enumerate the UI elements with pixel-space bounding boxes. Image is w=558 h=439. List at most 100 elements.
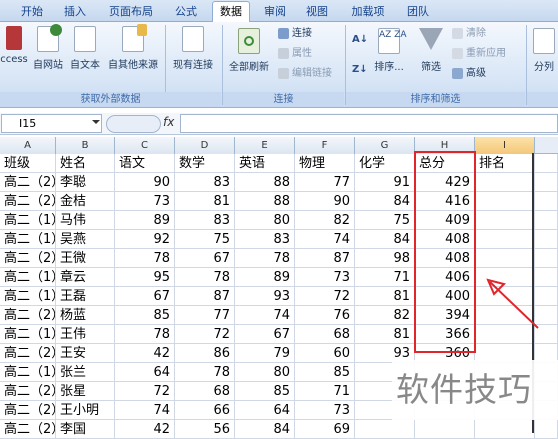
name-box[interactable]: I15 (1, 114, 102, 133)
header-cell-chemistry[interactable]: 化学 (355, 154, 415, 173)
cell-english[interactable]: 88 (235, 192, 295, 211)
column-header-d[interactable]: D (175, 137, 235, 154)
cell-empty[interactable] (535, 211, 558, 230)
cell-math[interactable]: 77 (175, 306, 235, 325)
cell-english[interactable]: 64 (235, 401, 295, 420)
insert-function-button[interactable]: fx (163, 115, 174, 129)
column-header-g[interactable]: G (355, 137, 415, 154)
chevron-down-icon[interactable] (92, 120, 100, 124)
header-cell-english[interactable]: 英语 (235, 154, 295, 173)
cell-rank[interactable] (475, 192, 535, 211)
cell-name[interactable]: 杨蓝 (56, 306, 115, 325)
column-header-i[interactable]: I (475, 137, 535, 154)
cell-math[interactable]: 66 (175, 401, 235, 420)
cell-physics[interactable]: 68 (295, 325, 355, 344)
from-text-button[interactable]: 自文本 (68, 26, 102, 71)
cell-chinese[interactable]: 78 (115, 325, 175, 344)
cell-class[interactable]: 高二（1） (0, 211, 56, 230)
cell-math[interactable]: 67 (175, 249, 235, 268)
cell-physics[interactable]: 77 (295, 173, 355, 192)
cell-physics[interactable]: 72 (295, 287, 355, 306)
tab-insert[interactable]: 插入 (60, 2, 90, 22)
cell-physics[interactable]: 69 (295, 420, 355, 439)
cell-math[interactable]: 83 (175, 173, 235, 192)
refresh-all-button[interactable]: 全部刷新 (225, 28, 273, 73)
cell-class[interactable]: 高二（1） (0, 363, 56, 382)
from-other-sources-button[interactable]: 自其他来源 (105, 24, 161, 71)
cell-math[interactable]: 81 (175, 192, 235, 211)
text-to-columns-button[interactable]: 分列 (530, 28, 558, 73)
cell-total[interactable]: 406 (415, 268, 475, 287)
cell-chemistry[interactable]: 98 (355, 249, 415, 268)
tab-view[interactable]: 视图 (302, 2, 332, 22)
cell-chinese[interactable]: 64 (115, 363, 175, 382)
cell-empty[interactable] (535, 173, 558, 192)
column-header-h[interactable]: H (415, 137, 475, 154)
cell-chemistry[interactable]: 81 (355, 287, 415, 306)
cell-math[interactable]: 86 (175, 344, 235, 363)
cell-english[interactable]: 93 (235, 287, 295, 306)
cell-rank[interactable] (475, 249, 535, 268)
tab-page-layout[interactable]: 页面布局 (102, 2, 160, 22)
tab-formulas[interactable]: 公式 (170, 2, 202, 22)
reapply-button[interactable]: 重新应用 (452, 46, 506, 62)
formula-input[interactable] (180, 114, 558, 133)
filter-button[interactable]: 筛选 (414, 28, 448, 73)
cell-math[interactable]: 87 (175, 287, 235, 306)
column-header-c[interactable]: C (115, 137, 175, 154)
cell-chinese[interactable]: 72 (115, 382, 175, 401)
cell-chinese[interactable]: 42 (115, 344, 175, 363)
cell-english[interactable]: 74 (235, 306, 295, 325)
cell-empty[interactable] (535, 192, 558, 211)
cell-total[interactable]: 408 (415, 230, 475, 249)
cell-rank[interactable] (475, 420, 535, 439)
cell-chemistry[interactable] (355, 420, 415, 439)
cell-name[interactable]: 王安 (56, 344, 115, 363)
cell-total[interactable]: 416 (415, 192, 475, 211)
column-header-f[interactable]: F (295, 137, 355, 154)
cell-physics[interactable]: 71 (295, 382, 355, 401)
clear-button[interactable]: 清除 (452, 26, 486, 42)
cell-class[interactable]: 高二（1） (0, 268, 56, 287)
cell-physics[interactable]: 60 (295, 344, 355, 363)
cell-english[interactable]: 85 (235, 382, 295, 401)
cell-name[interactable]: 王伟 (56, 325, 115, 344)
sort-za-button[interactable]: Z↓ (352, 62, 368, 78)
cell-english[interactable]: 79 (235, 344, 295, 363)
cell-english[interactable]: 78 (235, 249, 295, 268)
header-cell-physics[interactable]: 物理 (295, 154, 355, 173)
header-cell-chinese[interactable]: 语文 (115, 154, 175, 173)
cell-chemistry[interactable]: 91 (355, 173, 415, 192)
cell-english[interactable]: 83 (235, 230, 295, 249)
cell-name[interactable]: 王小明 (56, 401, 115, 420)
cell-name[interactable]: 李国 (56, 420, 115, 439)
cell-total[interactable] (415, 420, 475, 439)
cell-chemistry[interactable]: 84 (355, 192, 415, 211)
cell-chinese[interactable]: 85 (115, 306, 175, 325)
edit-links-button[interactable]: 编辑链接 (278, 66, 332, 82)
cell-total[interactable]: 366 (415, 325, 475, 344)
column-header-e[interactable]: E (235, 137, 295, 154)
cell-total[interactable]: 408 (415, 249, 475, 268)
cell-physics[interactable]: 87 (295, 249, 355, 268)
cell-chinese[interactable]: 92 (115, 230, 175, 249)
cell-math[interactable]: 78 (175, 268, 235, 287)
tab-team[interactable]: 团队 (402, 2, 434, 22)
cell-class[interactable]: 高二（2） (0, 306, 56, 325)
tab-data[interactable]: 数据 (212, 1, 250, 23)
cell-english[interactable]: 67 (235, 325, 295, 344)
tab-review[interactable]: 审阅 (260, 2, 290, 22)
cell-english[interactable]: 84 (235, 420, 295, 439)
cell-physics[interactable]: 90 (295, 192, 355, 211)
cell-math[interactable]: 83 (175, 211, 235, 230)
cell-chinese[interactable]: 90 (115, 173, 175, 192)
cell-english[interactable]: 80 (235, 363, 295, 382)
cell-class[interactable]: 高二（1） (0, 230, 56, 249)
cell-chinese[interactable]: 42 (115, 420, 175, 439)
cell-math[interactable]: 72 (175, 325, 235, 344)
cell-class[interactable]: 高二（2） (0, 401, 56, 420)
cell-class[interactable]: 高二（1） (0, 287, 56, 306)
header-cell-rank[interactable]: 排名 (475, 154, 535, 173)
cell-class[interactable]: 高二（1） (0, 325, 56, 344)
cell-total[interactable]: 429 (415, 173, 475, 192)
